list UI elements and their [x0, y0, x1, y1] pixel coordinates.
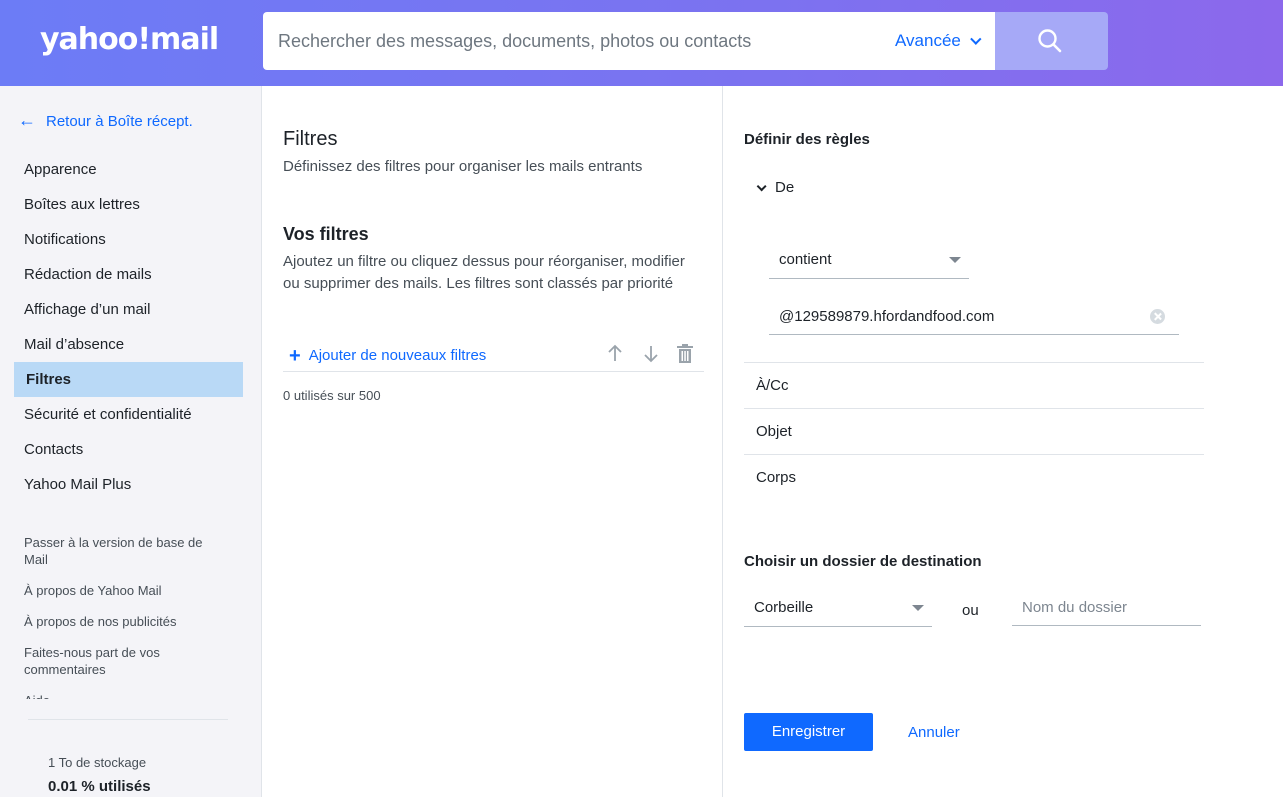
divider — [744, 408, 1204, 409]
storage-used: 0.01 % utilisés — [48, 778, 151, 795]
filter-toolbar: + Ajouter de nouveaux filtres — [283, 342, 704, 372]
back-to-inbox-link[interactable]: ← Retour à Boîte récept. — [18, 110, 193, 131]
search-icon — [1038, 29, 1062, 53]
arrow-left-icon: ← — [18, 110, 36, 130]
sidebar-item-mailboxes[interactable]: Boîtes aux lettres — [14, 187, 243, 222]
your-filters-description: Ajoutez un filtre ou cliquez dessus pour… — [283, 253, 685, 292]
sidebar-item-filters[interactable]: Filtres — [14, 362, 243, 397]
about-yahoo-mail-link[interactable]: À propos de Yahoo Mail — [24, 582, 224, 599]
folder-value: Corbeille — [754, 599, 814, 616]
dropdown-arrow-icon — [949, 257, 961, 263]
clear-icon[interactable] — [1150, 309, 1165, 324]
basic-version-link[interactable]: Passer à la version de base de Mail — [24, 534, 224, 568]
search-input[interactable] — [263, 12, 883, 70]
storage-info: 1 To de stockage 0.01 % utilisés — [48, 755, 151, 795]
settings-sidebar: ← Retour à Boîte récept. Apparence Boîtes… — [0, 86, 262, 797]
filters-panel: Filtres Définissez des filtres pour orga… — [263, 86, 723, 797]
rule-to-toggle[interactable]: À/Cc — [756, 377, 789, 394]
rule-subject-label: Objet — [756, 423, 792, 440]
rule-body-toggle[interactable]: Corps — [756, 469, 796, 486]
settings-nav: Apparence Boîtes aux lettres Notificatio… — [14, 152, 243, 502]
search-bar: Avancée — [263, 12, 995, 70]
feedback-link[interactable]: Faites-nous part de vos commentaires — [24, 644, 224, 678]
rule-to-label: À/Cc — [756, 377, 789, 394]
rule-from-label: De — [775, 179, 795, 196]
chevron-down-icon — [970, 33, 982, 45]
folder-select[interactable]: Corbeille — [744, 589, 932, 627]
secondary-links: Passer à la version de base de Mail À pr… — [24, 534, 224, 713]
folder-name-input[interactable] — [1012, 588, 1201, 626]
divider — [744, 362, 1204, 363]
help-link[interactable]: Aide — [24, 692, 224, 699]
rule-subject-toggle[interactable]: Objet — [756, 423, 792, 440]
or-label: ou — [962, 602, 979, 619]
sidebar-item-viewing[interactable]: Affichage d’un mail — [14, 292, 243, 327]
save-button[interactable]: Enregistrer — [744, 713, 873, 751]
chevron-down-icon — [756, 181, 767, 192]
sidebar-item-security[interactable]: Sécurité et confidentialité — [14, 397, 243, 432]
cancel-button[interactable]: Annuler — [908, 724, 960, 741]
rule-from-toggle[interactable]: De — [756, 179, 794, 196]
condition-select[interactable]: contient — [769, 241, 969, 279]
add-filter-label: Ajouter de nouveaux filtres — [308, 347, 487, 364]
advanced-search-label: Avancée — [895, 31, 961, 50]
page-subtitle: Définissez des filtres pour organiser le… — [283, 158, 643, 175]
add-filter-button[interactable]: + Ajouter de nouveaux filtres — [289, 345, 486, 368]
sidebar-item-notifications[interactable]: Notifications — [14, 222, 243, 257]
move-up-icon[interactable] — [603, 342, 627, 366]
condition-value: contient — [779, 251, 832, 268]
folder-name-field — [1012, 588, 1201, 626]
about-ads-link[interactable]: À propos de nos publicités — [24, 613, 224, 630]
divider — [744, 454, 1204, 455]
destination-title: Choisir un dossier de destination — [744, 553, 982, 570]
storage-total: 1 To de stockage — [48, 755, 147, 770]
move-down-icon[interactable] — [639, 342, 663, 366]
sidebar-divider — [28, 719, 228, 720]
dropdown-arrow-icon — [912, 605, 924, 611]
filter-usage: 0 utilisés sur 500 — [283, 388, 381, 403]
from-value-input[interactable] — [769, 297, 1179, 335]
from-value-field — [769, 297, 1179, 335]
rule-editor: Définir des règles De contient À/Cc Obje… — [724, 86, 1283, 797]
back-to-inbox-label: Retour à Boîte récept. — [46, 113, 193, 130]
sidebar-item-appearance[interactable]: Apparence — [14, 152, 243, 187]
search-button[interactable] — [995, 12, 1108, 70]
advanced-search-button[interactable]: Avancée — [895, 12, 982, 70]
app-header: yahoo!mail Avancée — [0, 0, 1283, 86]
plus-icon: + — [289, 345, 301, 367]
rule-body-label: Corps — [756, 469, 797, 486]
trash-icon[interactable] — [673, 342, 697, 366]
sidebar-item-mail-plus[interactable]: Yahoo Mail Plus — [14, 467, 243, 502]
your-filters-title: Vos filtres — [283, 224, 369, 244]
sidebar-item-contacts[interactable]: Contacts — [14, 432, 243, 467]
define-rules-title: Définir des règles — [744, 131, 870, 148]
page-title: Filtres — [283, 128, 338, 150]
sidebar-item-composing[interactable]: Rédaction de mails — [14, 257, 243, 292]
sidebar-item-vacation[interactable]: Mail d’absence — [14, 327, 243, 362]
yahoo-mail-logo[interactable]: yahoo!mail — [40, 22, 219, 57]
